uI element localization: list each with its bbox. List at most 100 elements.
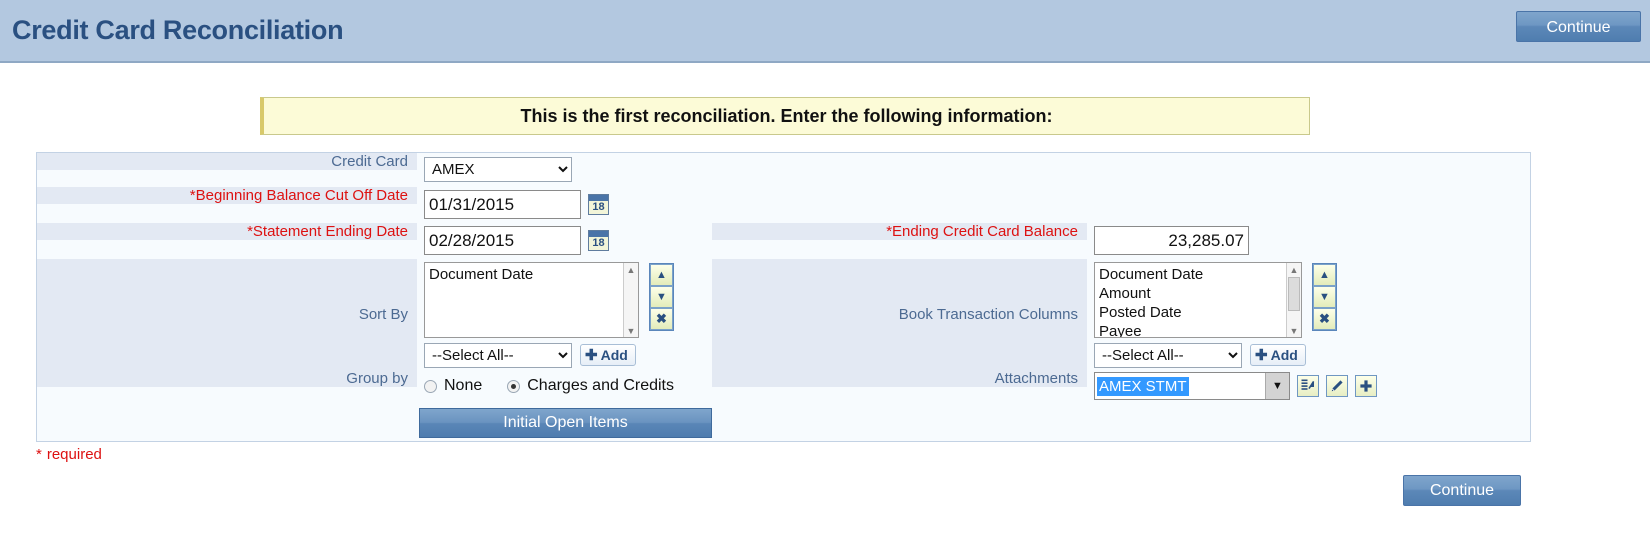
page-footer: Continue [0, 463, 1650, 515]
book-transaction-columns-select-all-dropdown[interactable]: --Select All-- [1094, 343, 1242, 368]
add-button-book-columns[interactable]: ✚ Add [1250, 343, 1306, 366]
radio-group-by-charges-and-credits[interactable] [507, 379, 521, 393]
group-by-field: None Charges and Credits [417, 370, 699, 395]
statement-ending-date-input[interactable] [424, 226, 581, 255]
book-transaction-columns-field: Document Date Amount Posted Date Payee ▲… [1087, 259, 1337, 368]
credit-card-label: Credit Card [37, 153, 417, 170]
banner-container: This is the first reconciliation. Enter … [0, 97, 1650, 135]
row-credit-card: Credit Card AMEX [37, 153, 712, 187]
calendar-icon-day-beginning: 18 [592, 201, 605, 213]
radio-group-by-none[interactable] [424, 379, 437, 393]
radio-group-by-none-label: None [444, 377, 483, 394]
row-ending-credit-card-balance: *Ending Credit Card Balance [712, 223, 1530, 259]
row-beginning-balance-cut-off-date: *Beginning Balance Cut Off Date 18 [37, 187, 712, 223]
beginning-balance-cut-off-date-field: 18 [417, 187, 609, 219]
initial-open-items-field: Initial Open Items [412, 406, 712, 438]
plus-icon-sort-by: ✚ [585, 346, 598, 364]
reconciliation-form-panel: Credit Card AMEX *Beginning Balance Cut … [36, 152, 1531, 442]
attachments-field: AMEX STMT ▼ [1087, 370, 1377, 400]
ending-credit-card-balance-input[interactable] [1094, 226, 1249, 255]
move-up-icon-book-columns[interactable]: ▲ [1313, 264, 1336, 286]
list-item[interactable]: Payee [1099, 322, 1297, 337]
required-note: * required [36, 446, 1650, 463]
group-by-radio-group: None Charges and Credits [424, 377, 699, 395]
beginning-balance-cut-off-date-label: *Beginning Balance Cut Off Date [37, 187, 417, 204]
beginning-balance-cut-off-date-input[interactable] [424, 190, 581, 219]
group-by-label: Group by [37, 370, 417, 387]
scroll-up-icon[interactable]: ▲ [624, 263, 638, 276]
add-attachment-icon[interactable] [1355, 375, 1377, 397]
row-attachments: Attachments AMEX STMT ▼ [712, 370, 1530, 406]
import-attachment-icon[interactable] [1297, 375, 1319, 397]
add-button-sort-by[interactable]: ✚ Add [580, 343, 636, 366]
attachments-combobox[interactable]: AMEX STMT ▼ [1094, 372, 1290, 400]
attachments-controls: AMEX STMT ▼ [1094, 372, 1377, 400]
row-right-spacer-top [712, 153, 1530, 187]
book-transaction-columns-items: Document Date Amount Posted Date Payee [1095, 263, 1301, 337]
sort-by-field: Document Date ▲ ▼ ▲ ▼ ✖ --Select All-- ✚… [417, 259, 674, 368]
sort-by-scrollbar[interactable]: ▲ ▼ [623, 263, 638, 337]
add-button-book-columns-label: Add [1270, 346, 1298, 363]
move-down-icon-book-columns[interactable]: ▼ [1313, 286, 1336, 308]
list-item[interactable]: Document Date [1099, 265, 1297, 284]
statement-ending-date-label: *Statement Ending Date [37, 223, 417, 240]
page-header: Credit Card Reconciliation Continue [0, 0, 1650, 63]
plus-glyph-attachment [1360, 380, 1372, 392]
attachments-label: Attachments [712, 370, 1087, 387]
initial-open-items-button[interactable]: Initial Open Items [419, 408, 712, 438]
sort-by-select-all-dropdown[interactable]: --Select All-- [424, 343, 572, 368]
form-left-column: Credit Card AMEX *Beginning Balance Cut … [37, 153, 712, 441]
sort-by-order-buttons: ▲ ▼ ✖ [649, 263, 674, 331]
radio-group-by-charges-and-credits-label: Charges and Credits [527, 377, 674, 394]
book-transaction-columns-scrollbar[interactable]: ▲ ▼ [1286, 263, 1301, 337]
move-down-icon-sort-by[interactable]: ▼ [650, 286, 673, 308]
sort-by-add-row: --Select All-- ✚ Add [424, 341, 636, 368]
row-book-transaction-columns: Book Transaction Columns Document Date A… [712, 259, 1530, 370]
calendar-icon-statement-ending[interactable]: 18 [588, 230, 609, 251]
remove-x-icon-book-columns[interactable]: ✖ [1313, 308, 1336, 330]
edit-attachment-icon[interactable] [1326, 375, 1348, 397]
list-item[interactable]: Posted Date [1099, 303, 1297, 322]
book-transaction-columns-order-buttons: ▲ ▼ ✖ [1312, 263, 1337, 331]
row-statement-ending-date: *Statement Ending Date 18 [37, 223, 712, 259]
row-initial-open-items: Initial Open Items [37, 406, 712, 441]
continue-button-bottom[interactable]: Continue [1403, 475, 1521, 506]
sort-by-label: Sort By [37, 259, 417, 370]
import-attachment-glyph [1301, 379, 1315, 390]
book-transaction-columns-label: Book Transaction Columns [712, 259, 1087, 370]
row-right-blank [712, 187, 1530, 223]
row-group-by: Group by None Charges and Credits [37, 370, 712, 406]
chevron-down-icon-attachments[interactable]: ▼ [1265, 373, 1289, 399]
book-transaction-columns-add-row: --Select All-- ✚ Add [1094, 341, 1306, 368]
book-transaction-columns-listbox[interactable]: Document Date Amount Posted Date Payee ▲… [1094, 262, 1302, 338]
pencil-glyph [1331, 380, 1343, 392]
page-title: Credit Card Reconciliation [12, 15, 344, 45]
info-banner: This is the first reconciliation. Enter … [260, 97, 1310, 135]
required-star: * [36, 446, 42, 463]
sort-by-listbox[interactable]: Document Date ▲ ▼ [424, 262, 639, 338]
calendar-icon-beginning-balance[interactable]: 18 [588, 194, 609, 215]
statement-ending-date-field: 18 [417, 223, 609, 255]
sort-by-listbox-items: Document Date [425, 263, 638, 284]
continue-button-top[interactable]: Continue [1516, 11, 1641, 42]
scroll-up-icon[interactable]: ▲ [1287, 263, 1301, 276]
list-item[interactable]: Amount [1099, 284, 1297, 303]
move-up-icon-sort-by[interactable]: ▲ [650, 264, 673, 286]
row-sort-by: Sort By Document Date ▲ ▼ ▲ ▼ ✖ --Select… [37, 259, 712, 370]
credit-card-field: AMEX [417, 153, 572, 182]
list-item[interactable]: Document Date [429, 265, 634, 284]
scroll-down-icon[interactable]: ▼ [1287, 324, 1301, 337]
required-text: required [46, 446, 102, 463]
attachments-selected-value: AMEX STMT [1097, 376, 1189, 396]
ending-credit-card-balance-field [1087, 223, 1249, 255]
scrollbar-thumb[interactable] [1288, 277, 1300, 311]
calendar-icon-day-statement: 18 [592, 237, 605, 249]
credit-card-select[interactable]: AMEX [424, 157, 572, 182]
form-right-column: *Ending Credit Card Balance Book Transac… [712, 153, 1530, 441]
scroll-down-icon[interactable]: ▼ [624, 324, 638, 337]
remove-x-icon-sort-by[interactable]: ✖ [650, 308, 673, 330]
plus-icon-book-columns: ✚ [1255, 346, 1268, 364]
row-right-spacer-bottom [712, 406, 1530, 441]
ending-credit-card-balance-label: *Ending Credit Card Balance [712, 223, 1087, 240]
add-button-sort-by-label: Add [600, 346, 628, 363]
